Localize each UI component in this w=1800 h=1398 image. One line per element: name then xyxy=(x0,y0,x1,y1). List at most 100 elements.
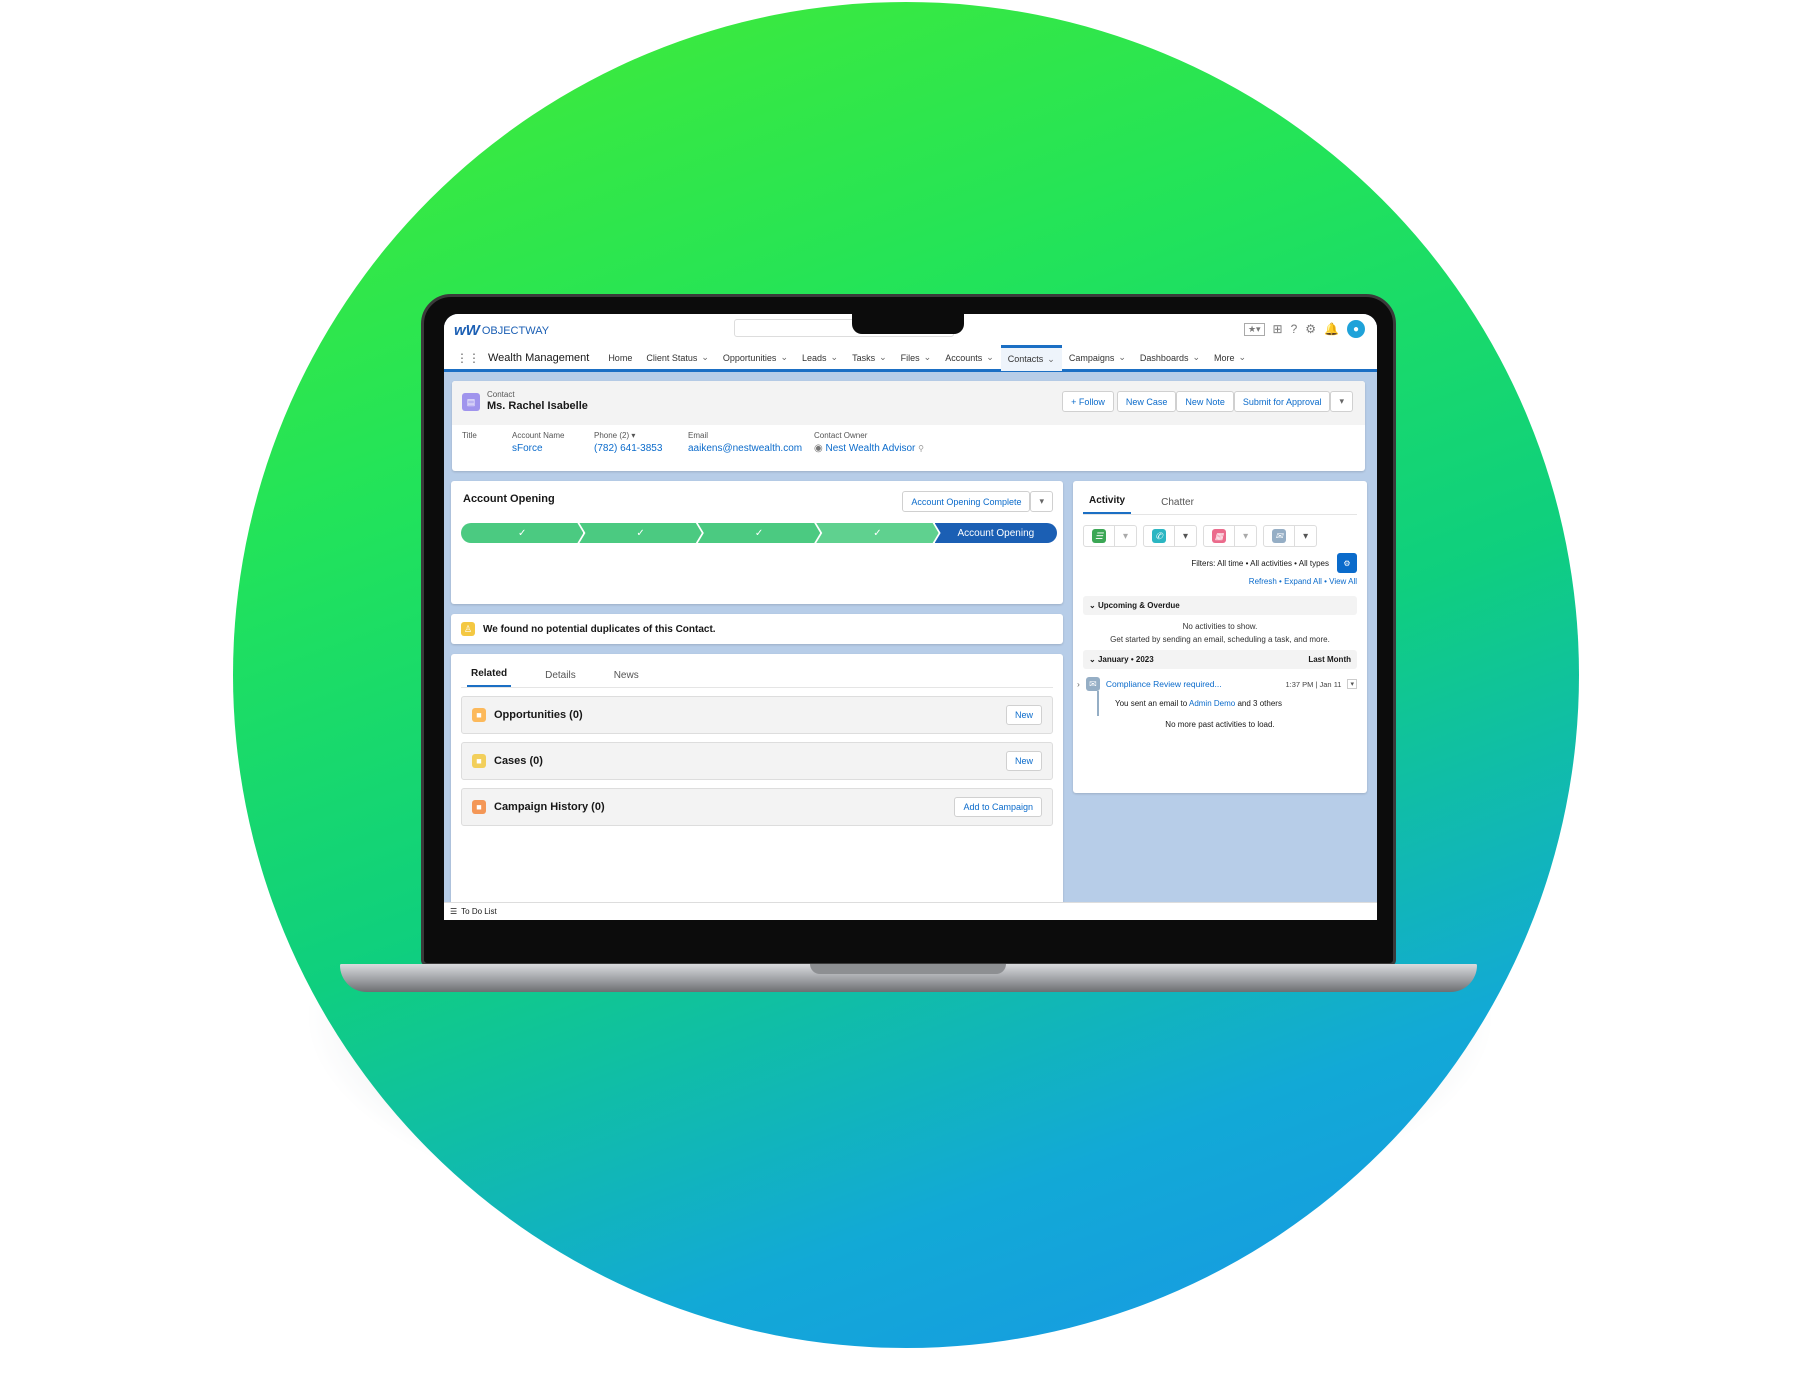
nav-tab-dashboards[interactable]: Dashboards ⌄ xyxy=(1133,345,1207,371)
favorites-icon[interactable]: ★▾ xyxy=(1243,322,1265,336)
nav-tab-contacts[interactable]: Contacts ⌄ xyxy=(1000,344,1062,371)
mark-complete-button[interactable]: Account Opening Complete xyxy=(902,491,1031,512)
activity-desc: You sent an email to xyxy=(1115,699,1188,708)
email-icon: ✉ xyxy=(1085,677,1100,691)
log-call-group[interactable]: ✆ ▾ xyxy=(1143,525,1198,547)
add-icon[interactable]: ⊞ xyxy=(1273,322,1283,336)
new-note-button[interactable]: New Note xyxy=(1176,391,1234,412)
account-link[interactable]: sForce xyxy=(512,443,564,454)
activity-subject-link[interactable]: Compliance Review required... xyxy=(1106,679,1222,689)
phone-dropdown-icon[interactable]: ▾ xyxy=(631,431,635,440)
activity-menu-button[interactable]: ▾ xyxy=(1347,679,1357,689)
tab-related[interactable]: Related xyxy=(467,668,512,687)
app-launcher-icon[interactable]: ⋮⋮ xyxy=(444,351,488,365)
avatar[interactable]: ● xyxy=(1347,320,1365,338)
owner-link[interactable]: Nest Wealth Advisor xyxy=(826,443,916,454)
submit-approval-button[interactable]: Submit for Approval xyxy=(1233,391,1331,412)
filter-settings-button[interactable]: ⚙ xyxy=(1337,553,1357,573)
duplicates-message: We found no potential duplicates of this… xyxy=(483,623,716,635)
duplicate-icon: ♙ xyxy=(461,622,475,636)
empty-text: No activities to show. xyxy=(1182,622,1258,631)
new-task-group[interactable]: ☰ ▾ xyxy=(1083,525,1138,547)
expand-all-link[interactable]: Expand All xyxy=(1284,577,1322,586)
tab-chatter[interactable]: Chatter xyxy=(1155,497,1200,514)
month-section[interactable]: ⌄ January • 2023 Last Month xyxy=(1083,650,1357,669)
tab-details[interactable]: Details xyxy=(541,670,580,687)
path-dropdown-button[interactable]: ▾ xyxy=(1030,491,1053,512)
path-card: Account Opening Account Opening Complete… xyxy=(451,481,1063,604)
related-list-button[interactable]: Add to Campaign xyxy=(954,797,1042,817)
email-icon: ✉ xyxy=(1272,529,1287,543)
change-owner-icon[interactable]: ⚲ xyxy=(918,444,924,453)
related-list-title[interactable]: Opportunities (0) xyxy=(494,709,583,721)
view-all-link[interactable]: View All xyxy=(1329,577,1357,586)
related-list-title[interactable]: Campaign History (0) xyxy=(494,801,605,813)
nav-tab-files[interactable]: Files ⌄ xyxy=(894,345,939,371)
chevron-down-icon: ▾ xyxy=(1294,526,1316,546)
expand-item-icon[interactable]: › xyxy=(1077,679,1080,689)
tab-news[interactable]: News xyxy=(610,670,643,687)
related-list-title[interactable]: Cases (0) xyxy=(494,755,543,767)
path-step-current[interactable]: Account Opening xyxy=(934,523,1058,543)
email-group[interactable]: ✉ ▾ xyxy=(1263,525,1318,547)
nav-tab-more[interactable]: More ⌄ xyxy=(1207,345,1253,371)
related-list: ■ Campaign History (0) Add to Campaign xyxy=(461,788,1053,826)
logo: wW OBJECTWAY xyxy=(454,322,550,339)
help-icon[interactable]: ? xyxy=(1291,322,1298,336)
nav-tab-tasks[interactable]: Tasks ⌄ xyxy=(845,345,894,371)
chevron-down-icon[interactable]: ⌄ xyxy=(1118,352,1126,363)
todo-list-icon[interactable]: ☰ xyxy=(450,907,457,916)
chevron-down-icon[interactable]: ⌄ xyxy=(986,352,994,363)
todo-list-button[interactable]: To Do List xyxy=(461,907,497,916)
chevron-down-icon: ▾ xyxy=(1174,526,1196,546)
chevron-down-icon[interactable]: ⌄ xyxy=(1239,352,1247,363)
nav-tab-leads[interactable]: Leads ⌄ xyxy=(795,345,845,371)
chevron-down-icon[interactable]: ⌄ xyxy=(831,352,839,363)
email-label: Email xyxy=(688,431,709,440)
account-label: Account Name xyxy=(512,431,565,440)
chevron-down-icon[interactable]: ⌄ xyxy=(879,352,887,363)
follow-button[interactable]: + Follow xyxy=(1062,391,1114,412)
path-step-complete[interactable]: ✓ xyxy=(579,523,701,543)
path-step-complete[interactable]: ✓ xyxy=(698,523,820,543)
nav-tab-campaigns[interactable]: Campaigns ⌄ xyxy=(1062,345,1133,371)
chevron-down-icon[interactable]: ⌄ xyxy=(924,352,932,363)
new-event-group[interactable]: ▦ ▾ xyxy=(1203,525,1258,547)
phone-icon: ✆ xyxy=(1152,529,1167,543)
email-link[interactable]: aaikens@nestwealth.com xyxy=(688,443,802,454)
target-icon: ■ xyxy=(472,800,486,814)
chevron-down-icon[interactable]: ⌄ xyxy=(1192,352,1200,363)
screen: wW OBJECTWAY ★▾ ⊞ ? ⚙ 🔔 ● ⋮⋮ Wealth Mana… xyxy=(444,314,1377,920)
more-actions-button[interactable]: ▾ xyxy=(1330,391,1353,412)
no-more-text: No more past activities to load. xyxy=(1165,720,1275,729)
upcoming-section[interactable]: ⌄ Upcoming & Overdue xyxy=(1083,596,1357,615)
chevron-down-icon[interactable]: ⌄ xyxy=(701,352,709,363)
task-icon: ☰ xyxy=(1092,529,1106,543)
refresh-link[interactable]: Refresh xyxy=(1249,577,1277,586)
related-list-button[interactable]: New xyxy=(1005,751,1042,771)
chevron-down-icon[interactable]: ⌄ xyxy=(780,352,788,363)
nav-tab-home[interactable]: Home xyxy=(601,345,639,371)
app-name: Wealth Management xyxy=(488,351,590,364)
owner-avatar-icon: ◉ xyxy=(814,443,823,454)
empty-hint: Get started by sending an email, schedul… xyxy=(1110,635,1330,644)
phone-link[interactable]: (782) 641-3853 xyxy=(594,443,662,454)
new-case-button[interactable]: New Case xyxy=(1116,391,1177,412)
nav-tab-client-status[interactable]: Client Status ⌄ xyxy=(639,345,716,371)
record-name: Ms. Rachel Isabelle xyxy=(487,400,588,412)
tab-activity[interactable]: Activity xyxy=(1083,495,1132,514)
path-step-complete[interactable]: ✓ xyxy=(461,523,583,543)
related-list: ■ Cases (0) New xyxy=(461,742,1053,780)
activity-time: 1:37 PM | Jan 11 xyxy=(1285,679,1342,689)
bell-icon[interactable]: 🔔 xyxy=(1324,322,1339,336)
path-step-complete[interactable]: ✓ xyxy=(816,523,938,543)
nav-tab-opportunities[interactable]: Opportunities ⌄ xyxy=(716,345,795,371)
duplicates-card: ♙ We found no potential duplicates of th… xyxy=(451,614,1063,644)
nav-tab-accounts[interactable]: Accounts ⌄ xyxy=(938,345,1001,371)
gear-icon[interactable]: ⚙ xyxy=(1305,322,1316,336)
related-list-button[interactable]: New xyxy=(1005,705,1042,725)
camera-notch xyxy=(852,314,964,334)
path-steps: ✓ ✓ ✓ ✓ Account Opening xyxy=(461,523,1058,543)
admin-demo-link[interactable]: Admin Demo xyxy=(1189,699,1235,708)
chevron-down-icon[interactable]: ⌄ xyxy=(1047,354,1055,365)
